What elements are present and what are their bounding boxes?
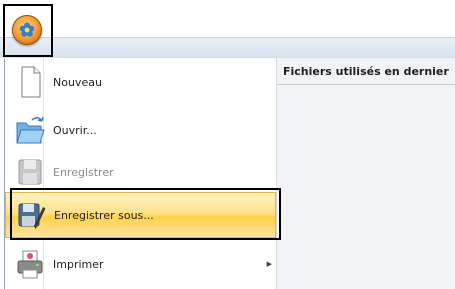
menu-item-label: Enregistrer sous...: [54, 208, 154, 222]
save-icon: [18, 159, 42, 185]
menu-item-print[interactable]: Imprimer ▶: [5, 242, 276, 286]
submenu-arrow-icon: ▶: [266, 260, 272, 268]
menu-item-new[interactable]: Nouveau: [5, 60, 276, 104]
menu-item-open[interactable]: Ouvrir...: [5, 108, 276, 152]
menu-item-label: Ouvrir...: [53, 123, 97, 137]
application-button[interactable]: [12, 15, 42, 45]
menu-item-save[interactable]: Enregistrer: [5, 150, 276, 194]
open-folder-icon: [16, 116, 45, 144]
printer-icon: [17, 250, 43, 279]
menu-commands: Nouveau Ouvrir... Enregistrer Enregistre…: [5, 58, 277, 289]
menu-item-label: Nouveau: [53, 75, 102, 89]
save-as-icon: [18, 203, 46, 229]
new-document-icon: [21, 66, 41, 98]
ribbon-strip: [0, 38, 455, 58]
divider: [277, 84, 455, 85]
flower-icon: [19, 22, 35, 37]
title-bar: [0, 0, 455, 38]
recent-files-panel: Fichiers utilisés en dernier: [277, 58, 455, 289]
menu-item-label: Imprimer: [53, 257, 104, 271]
application-menu: Nouveau Ouvrir... Enregistrer Enregistre…: [4, 58, 455, 289]
menu-item-save-as[interactable]: Enregistrer sous...: [5, 192, 276, 238]
menu-item-label: Enregistrer: [53, 165, 114, 179]
recent-files-title: Fichiers utilisés en dernier: [283, 65, 449, 78]
